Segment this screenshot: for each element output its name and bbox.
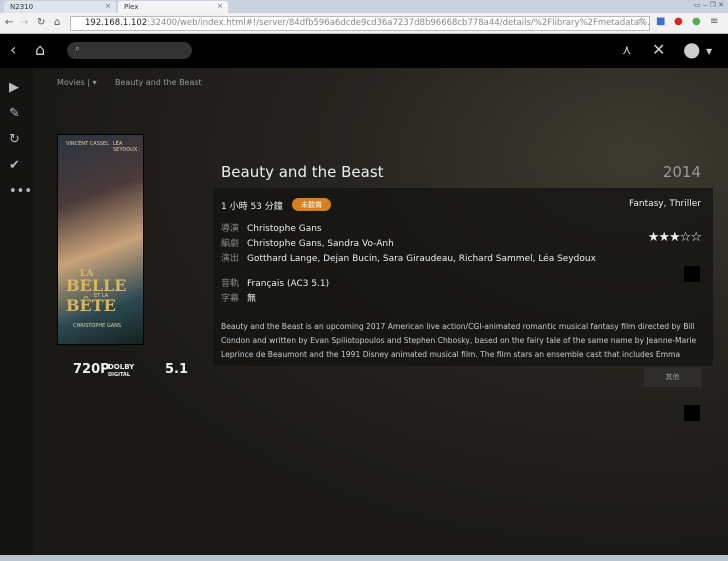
director-row: 導演 Christophe Gans	[221, 221, 322, 234]
dolby-sub: DIGITAL	[108, 372, 131, 378]
more-button[interactable]: 其他	[644, 368, 701, 387]
settings-icon[interactable]: ✕	[652, 40, 665, 59]
tab-label: N2310	[10, 3, 34, 11]
chevron-down-icon[interactable]: ▼	[706, 47, 712, 56]
tab-n2310[interactable]: N2310 ×	[4, 1, 116, 13]
breadcrumb-movies[interactable]: Movies | ▾	[57, 78, 97, 87]
url-host: 192.168.1.102	[85, 18, 148, 28]
audio-channels-badge: 5.1	[165, 362, 189, 377]
unwatched-badge: 未觀賞	[292, 198, 331, 211]
close-icon[interactable]: ×	[217, 2, 223, 10]
placeholder-square	[684, 405, 700, 421]
subtitle-label: 字幕	[221, 294, 240, 304]
tab-label: Plex	[124, 3, 139, 11]
poster-text: LÉA SEYDOUX	[113, 141, 138, 153]
subtitle-row: 字幕無	[221, 291, 256, 304]
forward-icon[interactable]: →	[20, 17, 28, 28]
mark-watched-icon[interactable]: ✔	[9, 158, 20, 173]
movie-poster: VINCENT CASSEL LÉA SEYDOUX LA BELLE ET L…	[57, 134, 144, 345]
cast-value[interactable]: Gotthard Lange, Dejan Bucin, Sara Giraud…	[247, 254, 596, 264]
writer-row: 編劇 Christophe Gans, Sandra Vo-Anh	[221, 236, 394, 249]
play-icon[interactable]: ▶	[9, 80, 19, 95]
more-icon[interactable]: •••	[9, 184, 32, 199]
subtitle-select[interactable]: 無	[247, 294, 256, 304]
poster-text: BELLE	[66, 276, 127, 295]
tab-plex[interactable]: Plex ×	[118, 1, 228, 13]
url-input[interactable]: 192.168.1.102:32400/web/index.html#!/ser…	[70, 16, 650, 31]
resolution-badge: 720P	[73, 362, 110, 377]
home-icon[interactable]: ⌂	[54, 17, 60, 28]
dolby-label: DOLBY	[108, 363, 135, 371]
writer-label: 編劇	[221, 239, 240, 249]
writer-value[interactable]: Christophe Gans, Sandra Vo-Anh	[247, 239, 394, 249]
star-rating[interactable]: ★★★☆☆	[648, 230, 702, 245]
back-icon[interactable]: ←	[5, 17, 13, 28]
summary: Beauty and the Beast is an upcoming 2017…	[221, 322, 697, 359]
opera-icon[interactable]: ●	[674, 16, 683, 27]
back-icon[interactable]: ‹	[10, 40, 16, 59]
dolby-badge: DOLBY DIGITAL	[108, 364, 134, 379]
search-icon: ⌕	[75, 44, 81, 54]
extension-icon[interactable]: ●	[692, 16, 701, 27]
duration: 1 小時 53 分鐘	[221, 202, 283, 212]
edit-icon[interactable]: ✎	[9, 106, 20, 121]
url-path: :32400/web/index.html#!/server/84dfb596a…	[147, 18, 650, 28]
refresh-icon[interactable]: ↻	[9, 132, 20, 147]
breadcrumb-current: Beauty and the Beast	[115, 78, 202, 87]
window-controls[interactable]: ▭ ‒ ❐ ✕	[694, 1, 724, 9]
search-input[interactable]: ⌕	[67, 42, 192, 59]
reload-icon[interactable]: ↻	[37, 17, 45, 28]
audio-row: 音軌 Français (AC3 5.1)	[221, 276, 329, 289]
movie-year: 2014	[662, 163, 701, 181]
breadcrumb-label: Movies	[57, 78, 85, 87]
audio-select[interactable]: Français (AC3 5.1)	[247, 279, 329, 289]
close-icon[interactable]: ×	[105, 2, 111, 10]
bookmark-star-icon[interactable]: ☆	[637, 16, 646, 27]
poster-text: CHRISTOPHE GANS	[73, 323, 122, 329]
menu-icon[interactable]: ≡	[710, 16, 718, 27]
placeholder-square	[684, 266, 700, 282]
os-taskbar	[0, 555, 728, 561]
action-sidebar: ▶ ✎ ↻ ✔ •••	[0, 68, 33, 555]
plex-header: ‹ ⌂ ⌕ ⋏ ✕ ● ▼	[0, 34, 728, 68]
extension-icon[interactable]: ■	[656, 16, 665, 27]
cast-row: 演出 Gotthard Lange, Dejan Bucin, Sara Gira…	[221, 251, 596, 264]
poster-text: VINCENT CASSEL	[66, 141, 109, 147]
audio-label: 音軌	[221, 279, 240, 289]
director-label: 導演	[221, 224, 240, 234]
cast-label: 演出	[221, 254, 240, 264]
user-avatar-icon[interactable]: ●	[683, 37, 700, 61]
browser-tab-bar: N2310 × Plex × ▭ ‒ ❐ ✕	[0, 0, 728, 13]
director-value[interactable]: Christophe Gans	[247, 224, 322, 234]
home-icon[interactable]: ⌂	[35, 40, 45, 59]
poster-text: BÊTE	[66, 296, 116, 315]
address-bar-row: ← → ↻ ⌂ 192.168.1.102:32400/web/index.ht…	[0, 13, 728, 34]
activity-icon[interactable]: ⋏	[622, 43, 632, 58]
movie-title: Beauty and the Beast	[221, 163, 384, 181]
genres: Fantasy, Thriller	[629, 199, 701, 209]
